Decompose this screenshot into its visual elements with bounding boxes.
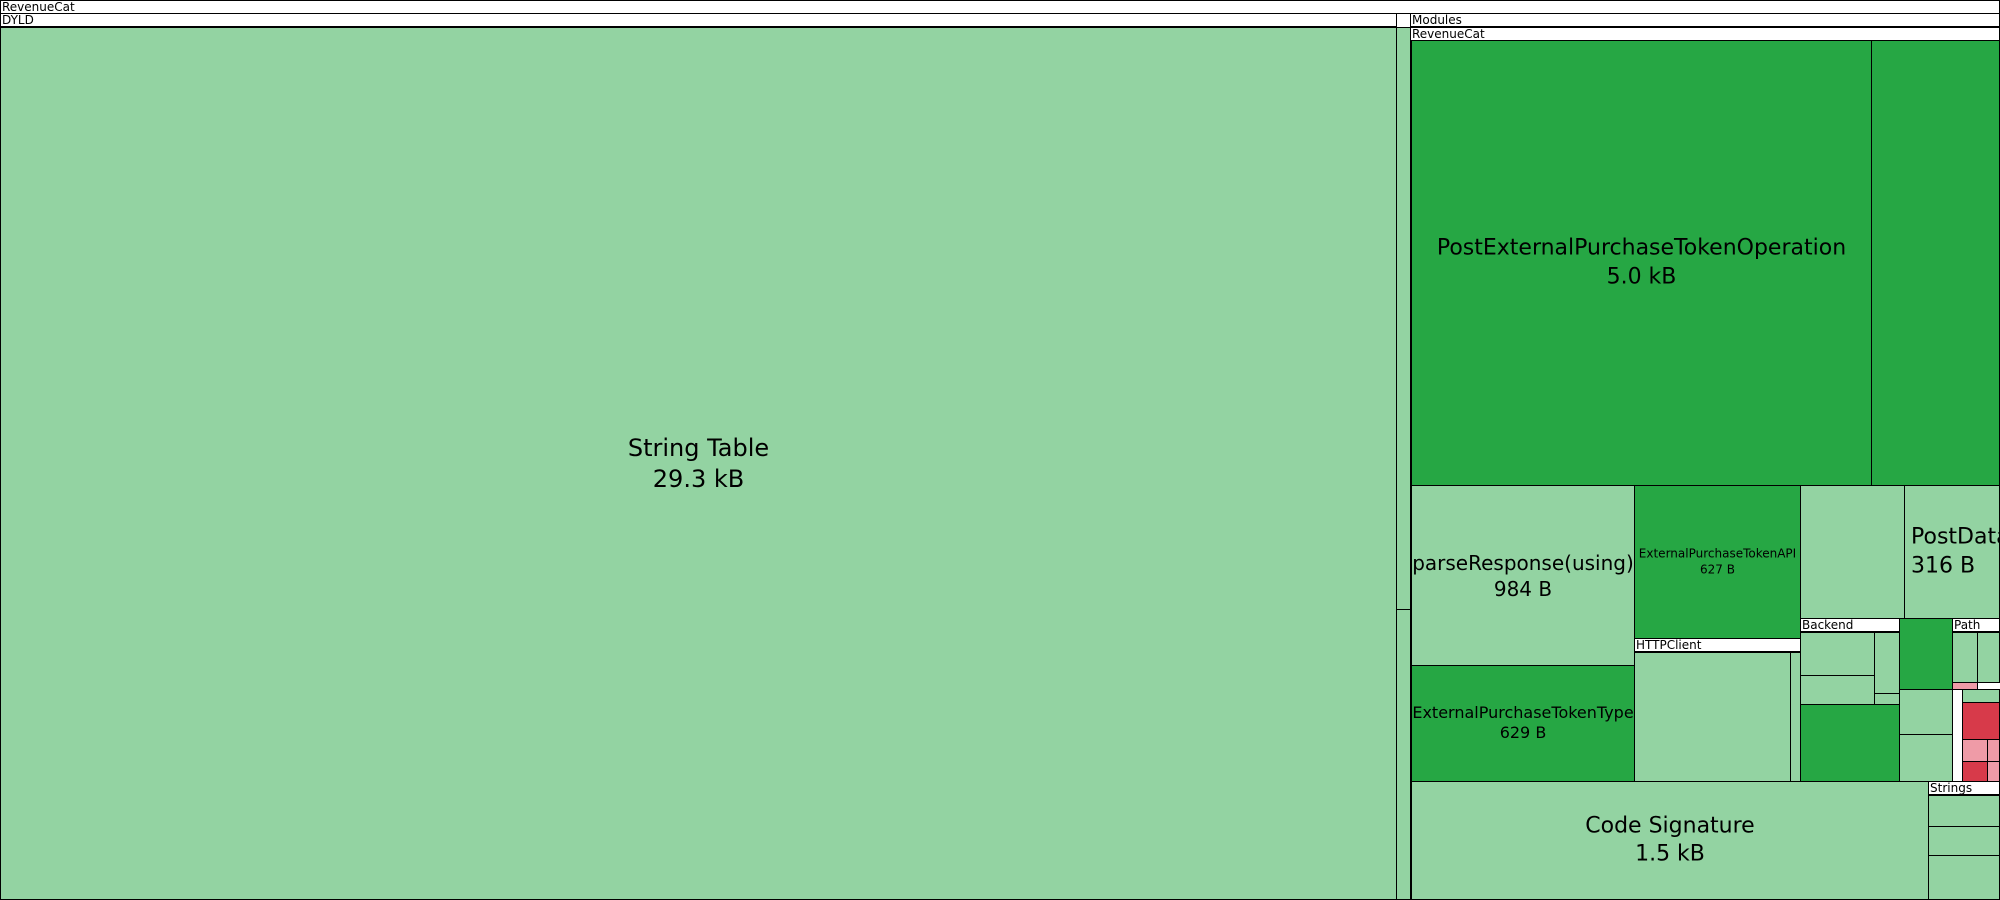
http-client-header[interactable]: HTTPClient	[1634, 638, 1801, 652]
pink-cell-1[interactable]	[1962, 739, 1988, 762]
path-header[interactable]: Path	[1952, 618, 2000, 632]
strings-cell-3[interactable]	[1928, 855, 2000, 900]
dyld-header[interactable]: DYLD	[0, 13, 1397, 27]
root-header[interactable]: RevenueCat	[0, 0, 2000, 14]
post-data-size: 316 B	[1911, 553, 1976, 578]
revenuecat-module-header[interactable]: RevenueCat	[1410, 27, 2000, 41]
http-client-cell-main[interactable]	[1634, 652, 1791, 782]
unlabeled-dark-cell-small[interactable]	[1899, 618, 1953, 690]
external-purchase-token-type-name: ExternalPurchaseTokenType	[1412, 702, 1634, 722]
parse-response-name: parseResponse(using)	[1412, 550, 1634, 575]
pink-cell-2[interactable]	[1987, 739, 2000, 762]
post-external-purchase-token-operation-size: 5.0 kB	[1606, 264, 1677, 289]
post-external-purchase-token-operation-cell[interactable]: PostExternalPurchaseTokenOperation 5.0 k…	[1411, 40, 1872, 486]
red-cell-small[interactable]	[1962, 761, 1988, 782]
post-data-name: PostData	[1911, 524, 2000, 550]
strings-header[interactable]: Strings	[1928, 781, 2000, 795]
unlabeled-light-cell-small-2[interactable]	[1899, 734, 1953, 782]
strings-cell-1[interactable]	[1928, 795, 2000, 827]
post-external-purchase-token-operation-name: PostExternalPurchaseTokenOperation	[1436, 235, 1847, 261]
path-cell-2[interactable]	[1977, 632, 2000, 683]
backend-cell-3[interactable]	[1800, 675, 1875, 705]
external-purchase-token-api-name: ExternalPurchaseTokenAPI	[1638, 546, 1797, 561]
dyld-sliver-top[interactable]	[1396, 27, 1411, 610]
modules-header[interactable]: Modules	[1410, 13, 2000, 27]
backend-cell-2[interactable]	[1874, 632, 1900, 694]
unlabeled-dark-cell-top-right[interactable]	[1871, 40, 2000, 486]
code-signature-size: 1.5 kB	[1635, 841, 1705, 867]
code-signature-name: Code Signature	[1585, 812, 1755, 838]
external-purchase-token-type-size: 629 B	[1499, 723, 1547, 743]
external-purchase-token-api-cell[interactable]: ExternalPurchaseTokenAPI 627 B	[1634, 485, 1801, 639]
unlabeled-light-cell-mid[interactable]	[1800, 485, 1905, 619]
string-table-name: String Table	[627, 433, 770, 462]
path-cell-1[interactable]	[1952, 632, 1978, 683]
external-purchase-token-api-size: 627 B	[1700, 562, 1735, 576]
external-purchase-token-type-cell[interactable]: ExternalPurchaseTokenType 629 B	[1411, 665, 1635, 782]
parse-response-size: 984 B	[1493, 576, 1553, 601]
parse-response-cell[interactable]: parseResponse(using) 984 B	[1411, 485, 1635, 666]
string-table-cell[interactable]: String Table 29.3 kB	[0, 27, 1397, 900]
red-cell-large[interactable]	[1962, 702, 2000, 740]
pink-cell-3[interactable]	[1987, 761, 2000, 782]
backend-cell-1[interactable]	[1800, 632, 1875, 676]
backend-header[interactable]: Backend	[1800, 618, 1900, 632]
code-signature-cell[interactable]: Code Signature 1.5 kB	[1411, 781, 1929, 900]
strings-cell-2[interactable]	[1928, 826, 2000, 856]
cluster-header-cell[interactable]	[1962, 689, 2000, 703]
backend-cell-dark[interactable]	[1800, 704, 1900, 782]
string-table-size: 29.3 kB	[652, 464, 745, 493]
unlabeled-light-cell-small-1[interactable]	[1899, 689, 1953, 735]
post-data-cell[interactable]: PostData 316 B	[1904, 485, 2000, 619]
dyld-sliver-bottom[interactable]	[1396, 609, 1411, 900]
